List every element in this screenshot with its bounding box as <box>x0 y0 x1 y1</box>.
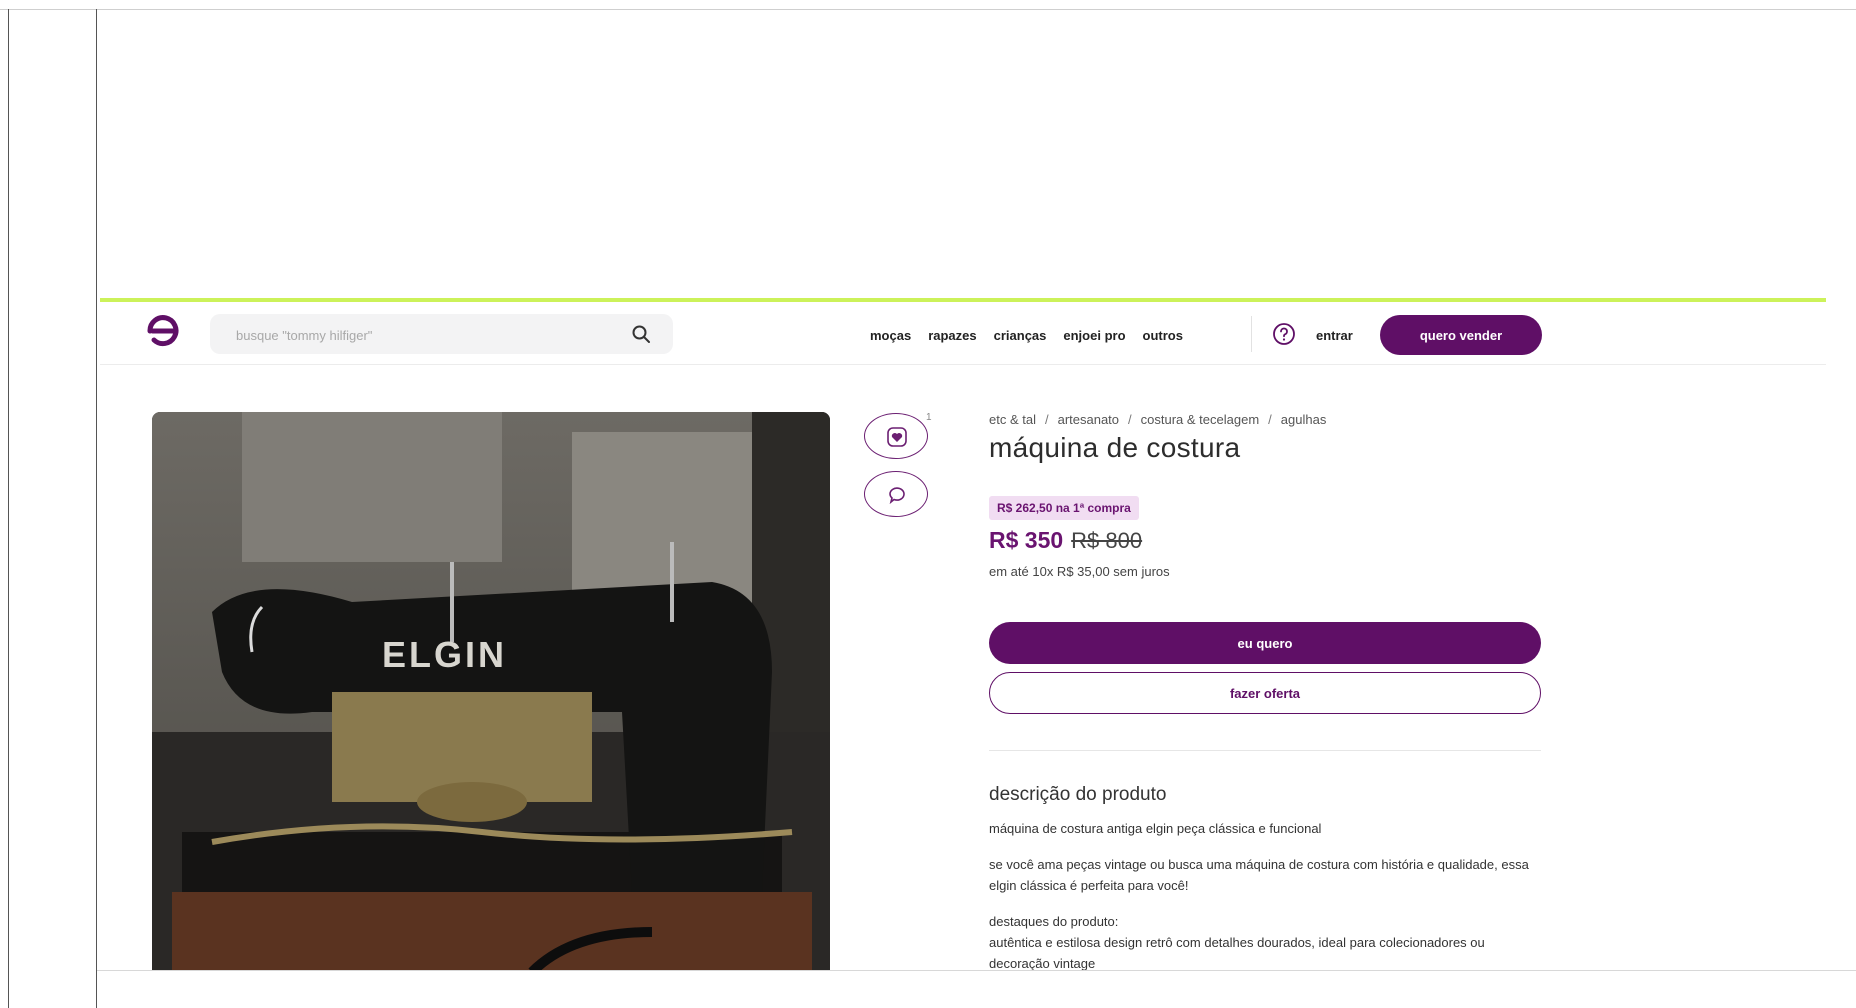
nav-item-criancas[interactable]: crianças <box>994 328 1047 343</box>
nav-divider <box>1251 316 1252 352</box>
site-header: moças rapazes crianças enjoei pro outros… <box>100 302 1826 365</box>
description-title: descrição do produto <box>989 784 1167 805</box>
buy-button[interactable]: eu quero <box>989 622 1541 664</box>
description-paragraph: máquina de costura antiga elgin peça clá… <box>989 821 1322 836</box>
breadcrumb-item[interactable]: etc & tal <box>989 412 1036 427</box>
nav-item-outros[interactable]: outros <box>1143 328 1183 343</box>
breadcrumb-item[interactable]: artesanato <box>1058 412 1119 427</box>
highlights-text: autêntica e estilosa design retrô com de… <box>989 935 1485 970</box>
nav-item-enjoei-pro[interactable]: enjoei pro <box>1063 328 1125 343</box>
sell-button[interactable]: quero vender <box>1380 315 1542 355</box>
installments-text: em até 10x R$ 35,00 sem juros <box>989 564 1170 579</box>
breadcrumb: etc & tal / artesanato / costura & tecelagem… <box>989 412 1327 427</box>
browser-top-edge <box>0 0 1856 10</box>
product-description: máquina de costura antiga elgin peça clá… <box>989 818 1541 970</box>
search-bar <box>210 314 673 356</box>
product-photo[interactable]: ELGIN <box>152 412 830 970</box>
search-input[interactable] <box>234 314 618 356</box>
section-divider <box>989 750 1541 751</box>
favorite-button[interactable] <box>864 413 928 459</box>
highlights-heading: destaques do produto: <box>989 914 1119 929</box>
bottom-border <box>97 970 1856 971</box>
nav-item-mocas[interactable]: moças <box>870 328 911 343</box>
product-page: moças rapazes crianças enjoei pro outros… <box>100 298 1826 970</box>
login-link[interactable]: entrar <box>1316 328 1353 343</box>
chat-icon <box>889 487 905 505</box>
left-panel-border <box>96 9 97 1008</box>
breadcrumb-item[interactable]: agulhas <box>1281 412 1327 427</box>
current-price: R$ 350 <box>989 527 1064 553</box>
breadcrumb-item[interactable]: costura & tecelagem <box>1141 412 1260 427</box>
help-icon[interactable] <box>1272 322 1296 346</box>
product-title: máquina de costura <box>989 432 1241 463</box>
promo-badge: R$ 262,50 na 1ª compra <box>989 496 1139 520</box>
favorite-count: 1 <box>926 412 932 423</box>
nav-item-rapazes[interactable]: rapazes <box>928 328 976 343</box>
left-border <box>8 9 9 1008</box>
chat-button[interactable] <box>864 471 928 517</box>
main-nav: moças rapazes crianças enjoei pro outros <box>870 328 1183 343</box>
description-paragraph: se você ama peças vintage ou busca uma m… <box>989 857 1529 893</box>
search-icon[interactable] <box>631 324 651 344</box>
price-row: R$ 350 R$ 800 <box>989 527 1142 554</box>
heart-icon <box>887 427 907 447</box>
make-offer-button[interactable]: fazer oferta <box>989 672 1541 714</box>
photo-brand-text: ELGIN <box>382 634 507 675</box>
original-price: R$ 800 <box>1071 528 1143 553</box>
enjoei-logo-icon[interactable] <box>146 314 180 348</box>
